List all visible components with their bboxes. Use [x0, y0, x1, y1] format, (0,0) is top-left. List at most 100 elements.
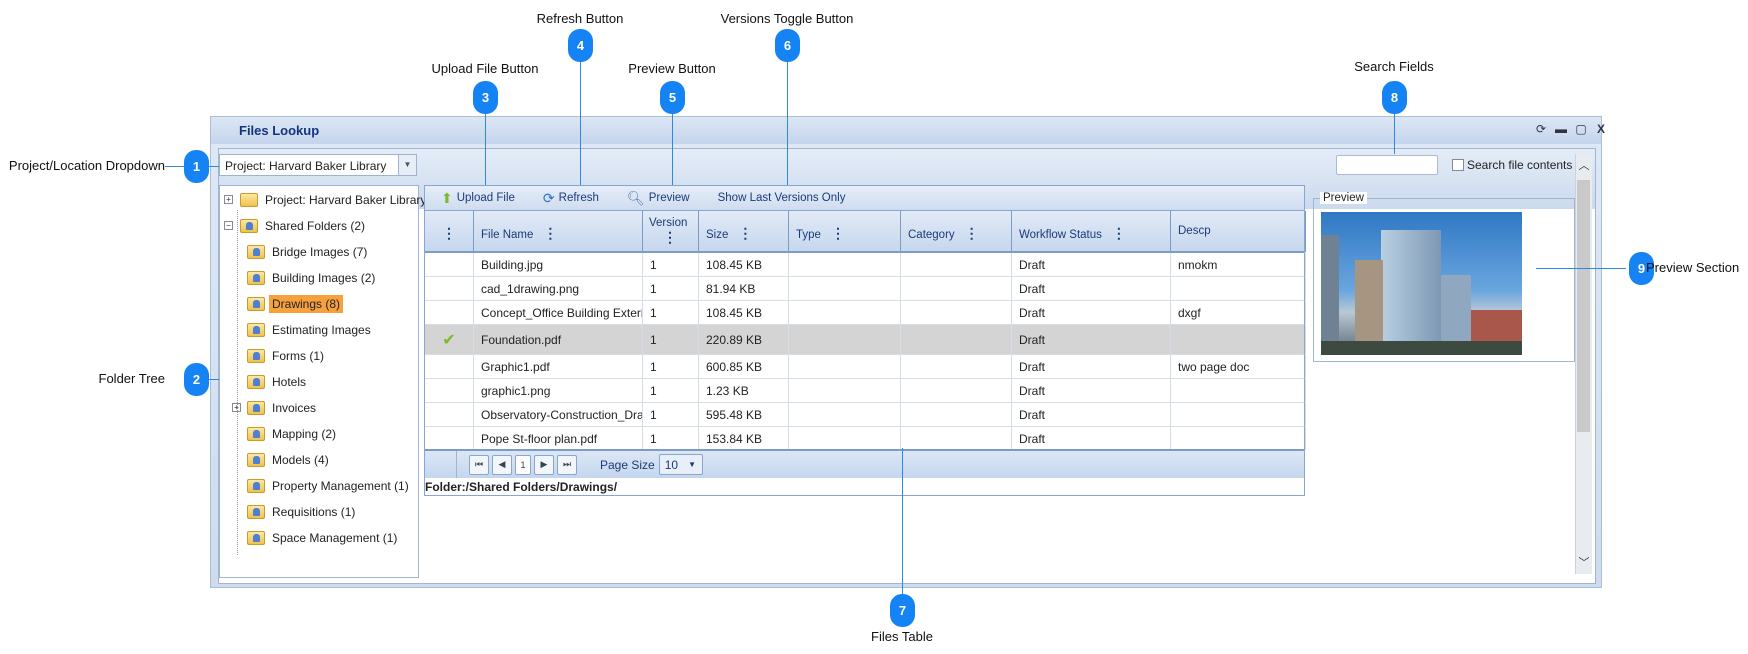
table-cell: 108.45 KB	[699, 301, 789, 324]
table-row[interactable]: Building.jpg 1 108.45 KB Draft nmokm	[425, 253, 1306, 277]
tree-item-label: Property Management (1)	[272, 479, 409, 493]
callout-badge: 5	[660, 81, 685, 114]
column-header[interactable]: Size ⋮	[699, 211, 789, 252]
tree-item-label: Bridge Images (7)	[272, 245, 368, 259]
folder-icon	[247, 375, 265, 389]
table-cell	[1171, 325, 1306, 354]
table-row[interactable]: cad_1drawing.png 1 81.94 KB Draft	[425, 277, 1306, 301]
column-header[interactable]: Type ⋮	[789, 211, 901, 252]
table-header: ⋮ File Name ⋮ Version ⋮ Size ⋮ Type ⋮ Category ⋮ Wo…	[425, 210, 1306, 253]
table-row[interactable]: Pope St-floor plan.pdf 1 153.84 KB Draft	[425, 427, 1306, 451]
prev-page-button[interactable]: ◀	[492, 454, 512, 475]
column-menu-icon[interactable]: ⋮	[442, 225, 456, 241]
scroll-down-icon[interactable]: ﹀	[1576, 554, 1592, 570]
scroll-up-icon[interactable]: ︿	[1576, 157, 1592, 173]
table-cell: 153.84 KB	[699, 427, 789, 450]
column-header[interactable]: File Name ⋮	[474, 211, 643, 252]
first-page-button[interactable]: ⏮	[469, 454, 489, 475]
preview-label: Preview	[1320, 192, 1367, 204]
folder-path: Folder:/Shared Folders/Drawings/	[425, 480, 618, 494]
folder-icon	[247, 453, 265, 467]
tree-item[interactable]: Building Images (2)	[247, 268, 378, 288]
column-menu-icon[interactable]: ⋮	[1112, 225, 1126, 241]
scrollbar-thumb[interactable]	[1577, 180, 1590, 432]
tree-item[interactable]: + Invoices	[232, 398, 319, 418]
table-cell: nmokm	[1171, 253, 1306, 276]
preview-button[interactable]: 🔍︎ Preview	[627, 190, 690, 207]
tree-item[interactable]: Estimating Images	[247, 320, 374, 340]
table-cell	[901, 277, 1012, 300]
callout-badge: 3	[473, 81, 498, 114]
search-input[interactable]	[1336, 155, 1438, 175]
collapse-icon[interactable]: −	[224, 221, 233, 230]
column-menu-icon[interactable]: ⋮	[965, 225, 979, 241]
tree-item-label: Requisitions (1)	[272, 505, 356, 519]
table-cell: Pope St-floor plan.pdf	[474, 427, 643, 450]
table-row[interactable]: Observatory-Construction_Drawing1595.48 …	[425, 403, 1306, 427]
column-menu-icon[interactable]: ⋮	[663, 229, 692, 246]
window-title: Files Lookup	[211, 117, 1601, 144]
column-header[interactable]: Category ⋮	[901, 211, 1012, 252]
page-number[interactable]: 1	[515, 454, 531, 475]
refresh-button[interactable]: ⟳ Refresh	[543, 190, 599, 207]
row-selector	[425, 277, 474, 300]
tree-item[interactable]: Drawings (8)	[247, 294, 344, 314]
chevron-down-icon[interactable]: ▼	[398, 155, 416, 175]
project-location-dropdown[interactable]: Project: Harvard Baker Library ▼	[219, 154, 417, 176]
tree-item[interactable]: Bridge Images (7)	[247, 242, 370, 262]
upload-file-button[interactable]: ⬆ Upload File	[441, 190, 515, 207]
tree-item[interactable]: Forms (1)	[247, 346, 327, 366]
callout-label: Preview Button	[628, 61, 716, 76]
tree-item[interactable]: Space Management (1)	[247, 528, 400, 548]
tree-item[interactable]: Requisitions (1)	[247, 502, 358, 522]
column-menu-icon[interactable]: ⋮	[831, 225, 845, 241]
table-row[interactable]: ✔ Foundation.pdf 1 220.89 KB Draft	[425, 325, 1306, 355]
column-menu-icon[interactable]: ⋮	[738, 225, 752, 241]
column-header-label: Size	[706, 229, 729, 241]
expand-icon[interactable]: +	[224, 195, 233, 204]
tree-item-label: Drawings (8)	[269, 295, 344, 313]
grid-toolbar: ⬆ Upload File ⟳ Refresh 🔍︎ Preview Show Las…	[425, 186, 1304, 210]
column-menu-icon[interactable]: ⋮	[543, 225, 557, 241]
table-row[interactable]: Concept_Office Building Exterior 1 108.45 …	[425, 301, 1306, 325]
table-cell: Draft	[1012, 379, 1171, 402]
table-row[interactable]: graphic1.png 1 1.23 KB Draft	[425, 379, 1306, 403]
column-header[interactable]: Descp	[1171, 211, 1306, 252]
maximize-button[interactable]: ▢	[1573, 122, 1589, 136]
table-cell: 1	[643, 301, 699, 324]
page-size-select[interactable]: 10 ▼	[658, 454, 703, 475]
tree-item[interactable]: + Project: Harvard Baker Library	[224, 190, 429, 210]
tree-item-label: Shared Folders (2)	[265, 219, 366, 233]
table-cell: 1	[643, 253, 699, 276]
last-page-button[interactable]: ⏭	[557, 454, 577, 475]
column-header[interactable]: ⋮	[425, 211, 474, 252]
table-cell: dxgf	[1171, 301, 1306, 324]
tree-item[interactable]: − Shared Folders (2)	[224, 216, 368, 236]
table-cell: graphic1.png	[474, 379, 643, 402]
next-page-button[interactable]: ▶	[534, 454, 554, 475]
search-file-contents-checkbox[interactable]	[1452, 159, 1464, 171]
tree-item[interactable]: Hotels	[247, 372, 309, 392]
tree-item[interactable]: Mapping (2)	[247, 424, 339, 444]
table-cell: Draft	[1012, 301, 1171, 324]
row-selector	[425, 355, 474, 378]
tree-item[interactable]: Property Management (1)	[247, 476, 412, 496]
table-cell: Concept_Office Building Exterior	[474, 301, 643, 324]
checkmark-icon: ✔	[425, 325, 474, 354]
column-header[interactable]: Version ⋮	[643, 211, 699, 252]
tree-item-label: Models (4)	[272, 453, 329, 467]
table-cell: Draft	[1012, 277, 1171, 300]
table-row[interactable]: Graphic1.pdf 1 600.85 KB Draft two page doc	[425, 355, 1306, 379]
folder-icon	[247, 349, 265, 363]
column-header-label: Descp	[1178, 225, 1211, 237]
close-button[interactable]: X	[1593, 122, 1609, 136]
callout-label: Refresh Button	[536, 11, 624, 26]
folder-icon	[247, 271, 265, 285]
tree-item[interactable]: Models (4)	[247, 450, 332, 470]
column-header[interactable]: Workflow Status ⋮	[1012, 211, 1171, 252]
minimize-button[interactable]: ▬	[1553, 122, 1569, 136]
versions-toggle-button[interactable]: Show Last Versions Only	[718, 192, 846, 204]
table-cell	[901, 253, 1012, 276]
restore-icon[interactable]: ⟳	[1533, 122, 1549, 136]
folder-icon	[247, 479, 265, 493]
